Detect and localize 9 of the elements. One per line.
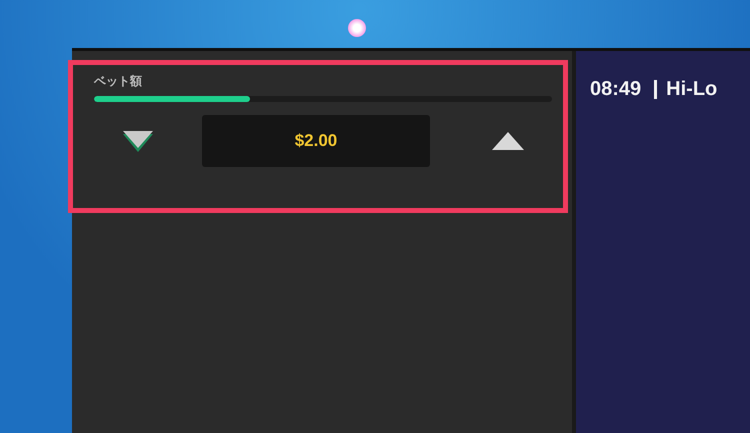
light-spot (348, 19, 366, 37)
game-title: Hi-Lo (666, 78, 718, 101)
bet-amount-field[interactable]: $2.00 (202, 115, 430, 167)
up-triangle-icon (490, 130, 526, 152)
clock-time: 08:49 (590, 78, 642, 101)
bet-label: ベット額 (94, 73, 143, 89)
separator-bar (654, 80, 658, 99)
down-triangle-icon (120, 128, 156, 154)
bet-slider[interactable] (94, 96, 552, 102)
